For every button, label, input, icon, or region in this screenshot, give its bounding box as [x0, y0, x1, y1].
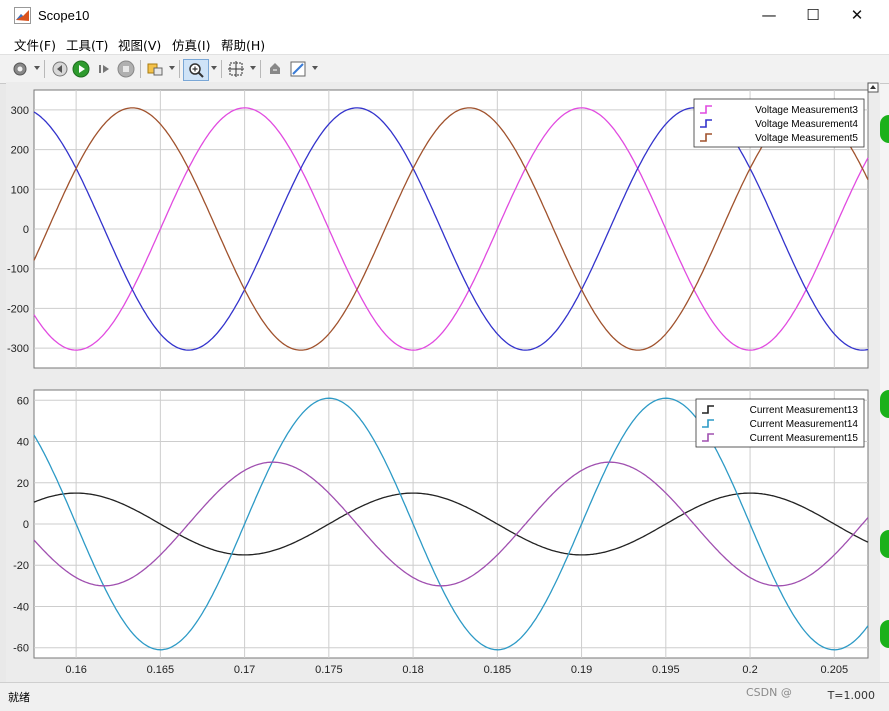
menu-simulation[interactable]: 仿真(I) [172, 35, 210, 54]
highlight-icon[interactable] [145, 59, 165, 79]
background-block [880, 115, 889, 143]
watermark-text: CSDN @ [746, 686, 792, 699]
restore-icon[interactable] [265, 59, 285, 79]
x-tick-label: 0.185 [484, 664, 512, 676]
y-tick-label: 0 [23, 519, 29, 531]
background-block [880, 390, 889, 418]
y-tick-label: -100 [7, 264, 29, 276]
menu-bar: 文件(F) 工具(T) 视图(V) 仿真(I) 帮助(H) [0, 32, 889, 54]
legend-label: Voltage Measurement3 [755, 105, 858, 116]
scope-figure: 300 200 100 0 -100 -200 -300 Voltage Measuremen… [6, 82, 880, 682]
minimize-button[interactable]: — [746, 0, 792, 32]
x-tick-label: 0.19 [571, 664, 592, 676]
legend-label: Voltage Measurement4 [755, 119, 858, 130]
step-back-icon[interactable] [50, 59, 70, 79]
x-tick-label: 0.17 [234, 664, 255, 676]
x-tick-label: 0.165 [147, 664, 175, 676]
x-tick-label: 0.2 [742, 664, 757, 676]
chevron-down-icon[interactable] [250, 66, 256, 70]
x-tick-label: 0.205 [821, 664, 849, 676]
menu-view[interactable]: 视图(V) [118, 35, 161, 54]
legend-label: Current Measurement13 [750, 405, 859, 416]
title-bar: Scope10 — ☐ ✕ [0, 0, 889, 32]
y-tick-label: 20 [17, 478, 29, 490]
legend-label: Current Measurement15 [750, 433, 859, 444]
toolbar-separator [179, 60, 180, 78]
legend-label: Voltage Measurement5 [755, 133, 858, 144]
background-block [880, 530, 889, 558]
menu-file[interactable]: 文件(F) [14, 35, 56, 54]
chevron-down-icon[interactable] [169, 66, 175, 70]
matlab-icon [14, 7, 31, 24]
y-tick-label: 60 [17, 395, 29, 407]
zoom-icon[interactable] [183, 59, 209, 81]
y-tick-label: -200 [7, 303, 29, 315]
style-icon[interactable] [288, 59, 308, 79]
chevron-down-icon[interactable] [312, 66, 318, 70]
y-tick-label: 300 [11, 105, 29, 117]
legend-label: Current Measurement14 [750, 419, 859, 430]
x-tick-label: 0.175 [315, 664, 343, 676]
y-tick-label: -300 [7, 343, 29, 355]
y-tick-label: 40 [17, 437, 29, 449]
voltage-axes[interactable]: 300 200 100 0 -100 -200 -300 Voltage Measuremen… [7, 89, 869, 369]
toolbar-separator [44, 60, 45, 78]
legend-toggle-icon[interactable] [867, 82, 879, 93]
chevron-down-icon[interactable] [34, 66, 40, 70]
y-tick-label: 0 [23, 224, 29, 236]
x-tick-label: 0.16 [65, 664, 86, 676]
chevron-down-icon[interactable] [211, 66, 217, 70]
menu-tools[interactable]: 工具(T) [66, 35, 108, 54]
scope-plots[interactable]: 3002001000-100-200-300Voltage Measuremen… [6, 82, 880, 682]
autoscale-icon[interactable] [226, 59, 246, 79]
window-title: Scope10 [38, 8, 90, 23]
settings-icon[interactable] [10, 59, 30, 79]
y-tick-label: -40 [13, 601, 29, 613]
status-text: 就绪 [8, 691, 30, 704]
legend[interactable]: Current Measurement13 Current Measurement… [695, 398, 865, 448]
menu-help[interactable]: 帮助(H) [221, 35, 265, 54]
run-icon[interactable] [71, 59, 91, 79]
close-button[interactable]: ✕ [834, 0, 880, 32]
background-block [880, 620, 889, 648]
toolbar [0, 54, 889, 84]
x-tick-label: 0.18 [402, 664, 423, 676]
toolbar-separator [140, 60, 141, 78]
y-tick-label: -20 [13, 560, 29, 572]
y-tick-label: 100 [11, 184, 29, 196]
stop-icon[interactable] [116, 59, 136, 79]
sim-time: T=1.000 [827, 689, 875, 702]
y-tick-label: 200 [11, 145, 29, 157]
step-forward-icon[interactable] [94, 59, 114, 79]
maximize-button[interactable]: ☐ [790, 0, 836, 32]
toolbar-separator [221, 60, 222, 78]
legend[interactable]: Voltage Measurement3 Voltage Measurement4… [693, 98, 865, 148]
y-tick-label: -60 [13, 643, 29, 655]
toolbar-separator [260, 60, 261, 78]
x-tick-label: 0.195 [652, 664, 680, 676]
current-axes[interactable]: 60 40 20 0 -20 -40 -60 0.16 0.165 0.17 0.175 0.18 0.… [13, 389, 869, 676]
